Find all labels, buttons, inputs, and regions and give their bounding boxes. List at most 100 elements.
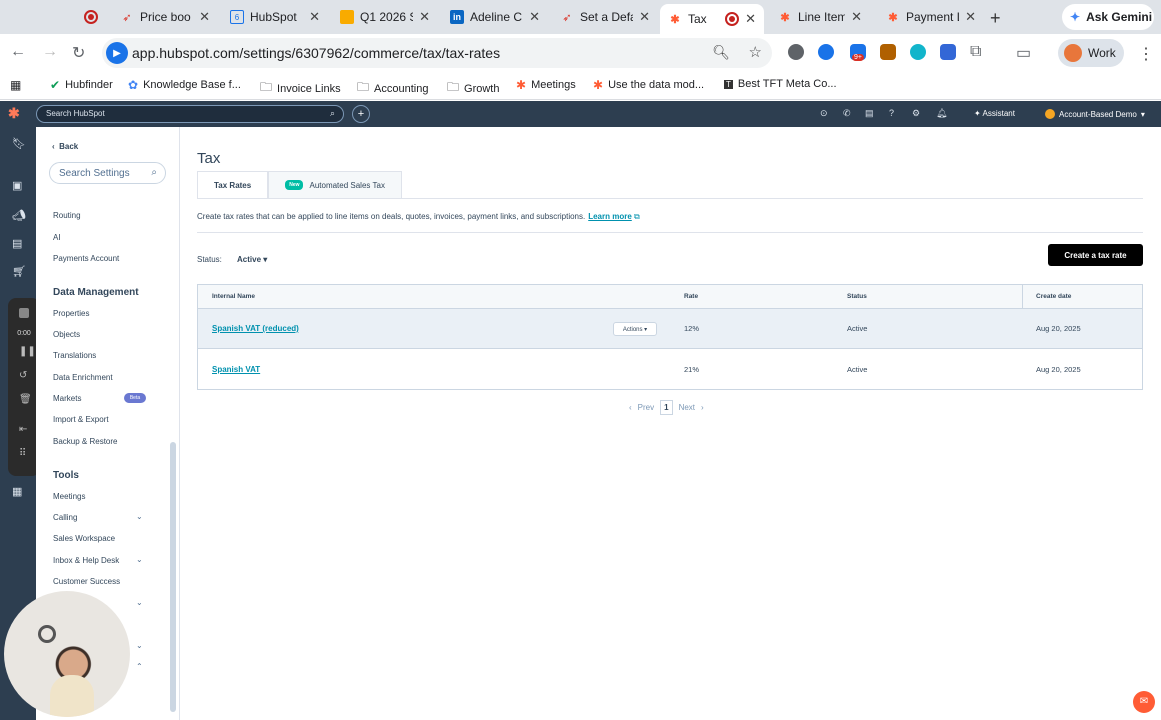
browser-tab-payment-links[interactable]: ✱ Payment L ✕ <box>878 4 984 30</box>
reload-icon[interactable]: ↻ <box>72 43 85 63</box>
close-icon[interactable]: ✕ <box>639 9 650 25</box>
browser-tab-q1-2026[interactable]: Q1 2026 S ✕ <box>332 4 438 30</box>
help-widget-button[interactable]: ✉ <box>1133 691 1155 713</box>
calendar-icon[interactable]: ▤ <box>865 108 874 119</box>
column-header-rate[interactable]: Rate <box>684 285 698 308</box>
profile-button[interactable]: Work <box>1058 39 1124 67</box>
bookmark-star-icon[interactable]: ☆ <box>749 43 762 61</box>
sidebar-item-backup-restore[interactable]: Backup & Restore <box>53 437 117 446</box>
marketing-icon[interactable]: 📣︎ <box>12 209 26 222</box>
row-actions-button[interactable]: Actions ▾ <box>613 322 657 336</box>
apps-grid-icon[interactable]: ▦ <box>10 78 21 92</box>
column-header-internal-name[interactable]: Internal Name <box>212 285 255 308</box>
close-icon[interactable]: ✕ <box>851 9 862 25</box>
contacts-icon[interactable]: ▣ <box>12 179 22 192</box>
sidebar-item-data-enrichment[interactable]: Data Enrichment <box>53 373 113 382</box>
bookmark-icon[interactable]: 🔖︎ <box>12 137 26 150</box>
draw-icon[interactable]: ⇤ <box>19 424 27 435</box>
phone-icon[interactable]: ✆ <box>843 108 851 119</box>
marketplace-icon[interactable]: ⊙ <box>820 108 828 119</box>
current-page[interactable]: 1 <box>660 400 673 415</box>
browser-tab-hubspot[interactable]: 6 HubSpot ✕ <box>222 4 328 30</box>
sidebar-item-routing[interactable]: Routing <box>53 211 81 220</box>
assistant-button[interactable]: ✦ Assistant <box>974 109 1015 118</box>
sidebar-item-objects[interactable]: Objects <box>53 330 80 339</box>
pause-icon[interactable]: ❚❚ <box>19 346 36 357</box>
prev-page-button[interactable]: Prev <box>638 403 654 412</box>
settings-search-input[interactable]: Search Settings ⌕ <box>49 162 166 184</box>
close-icon[interactable]: ✕ <box>419 9 430 25</box>
site-info-icon[interactable]: ▶ <box>106 42 128 64</box>
chevron-down-icon[interactable]: ⌄ <box>136 641 143 650</box>
browser-tab-price-book[interactable]: ➶ Price boo ✕ <box>112 4 218 30</box>
webcam-bubble[interactable] <box>4 591 130 717</box>
status-filter-dropdown[interactable]: Active ▾ <box>237 255 267 264</box>
delete-icon[interactable]: 🗑︎ <box>19 394 32 405</box>
sidebar-scrollbar[interactable] <box>170 442 176 712</box>
browser-tab-adeline[interactable]: in Adeline C ✕ <box>442 4 548 30</box>
tax-rate-name-link[interactable]: Spanish VAT <box>212 365 260 374</box>
sidebar-item-meetings[interactable]: Meetings <box>53 492 85 501</box>
sidebar-item-ai[interactable]: AI <box>53 233 61 242</box>
chevron-down-icon[interactable]: ⌄ <box>136 555 143 564</box>
notifications-bell-icon[interactable]: 🔔︎ <box>936 108 947 119</box>
side-panel-icon[interactable]: ▭ <box>1016 43 1031 63</box>
back-arrow-icon[interactable]: ← <box>10 43 26 61</box>
close-icon[interactable]: ✕ <box>965 9 976 25</box>
bookmark-tft-meta[interactable]: T Best TFT Meta Co... <box>724 78 837 90</box>
address-bar[interactable]: ▶ app.hubspot.com/settings/6307962/comme… <box>102 38 772 68</box>
create-plus-icon[interactable]: + <box>352 105 370 123</box>
settings-gear-icon[interactable]: ⚙ <box>912 108 920 119</box>
bookmark-growth[interactable]: 🗀 Growth <box>447 78 499 99</box>
browser-tab-set-default[interactable]: ➶ Set a Defa ✕ <box>552 4 658 30</box>
drag-handle-icon[interactable]: ⠿ <box>19 448 26 459</box>
browser-tab-recording[interactable] <box>76 4 106 30</box>
sidebar-item-translations[interactable]: Translations <box>53 351 96 360</box>
extension-icon[interactable] <box>940 44 956 60</box>
new-tab-plus-icon[interactable]: + <box>990 8 1001 29</box>
url-text[interactable]: app.hubspot.com/settings/6307962/commerc… <box>132 45 500 61</box>
zoom-extension-icon[interactable] <box>818 44 834 60</box>
commerce-icon[interactable]: 🛒︎ <box>12 265 26 278</box>
tab-automated-sales-tax[interactable]: New Automated Sales Tax <box>268 171 402 199</box>
browser-menu-icon[interactable]: ⋮ <box>1138 44 1154 64</box>
tax-rate-name-link[interactable]: Spanish VAT (reduced) <box>212 324 299 333</box>
close-icon[interactable]: ✕ <box>745 11 756 27</box>
close-icon[interactable]: ✕ <box>529 9 540 25</box>
bookmark-meetings[interactable]: ✱ Meetings <box>516 78 576 92</box>
tab-tax-rates[interactable]: Tax Rates <box>197 171 269 199</box>
bookmark-accounting[interactable]: 🗀 Accounting <box>357 78 428 99</box>
sidebar-item-customer-success[interactable]: Customer Success <box>53 577 120 586</box>
chevron-down-icon[interactable]: ⌄ <box>136 512 143 521</box>
extension-icon[interactable] <box>880 44 896 60</box>
create-tax-rate-button[interactable]: Create a tax rate <box>1048 244 1143 266</box>
restart-icon[interactable]: ↺ <box>19 370 27 381</box>
chevron-down-icon[interactable]: ⌄ <box>136 598 143 607</box>
forward-arrow-icon[interactable]: → <box>42 43 58 61</box>
account-menu[interactable]: Account-Based Demo ▾ <box>1045 109 1145 119</box>
extension-icon[interactable] <box>788 44 804 60</box>
close-icon[interactable]: ✕ <box>199 9 210 25</box>
sidebar-item-payments-account[interactable]: Payments Account <box>53 254 119 263</box>
stop-recording-icon[interactable] <box>19 308 29 318</box>
bookmark-hubfinder[interactable]: ✔ Hubfinder <box>50 78 113 92</box>
close-icon[interactable]: ✕ <box>309 9 320 25</box>
sidebar-item-import-export[interactable]: Import & Export <box>53 415 109 424</box>
reporting-icon[interactable]: ▦ <box>12 485 22 498</box>
chevron-up-icon[interactable]: ⌃ <box>136 662 143 671</box>
learn-more-link[interactable]: Learn more <box>588 212 632 221</box>
column-header-create-date[interactable]: Create date <box>1036 285 1071 308</box>
column-header-status[interactable]: Status <box>847 285 867 308</box>
hubspot-logo-icon[interactable]: ✱ <box>8 105 20 122</box>
sidebar-item-properties[interactable]: Properties <box>53 309 89 318</box>
browser-tab-line-items[interactable]: ✱ Line Items ✕ <box>770 4 870 30</box>
ask-gemini-button[interactable]: ✦ Ask Gemini <box>1062 4 1154 30</box>
sidebar-item-sales-workspace[interactable]: Sales Workspace <box>53 534 115 543</box>
sidebar-item-calling[interactable]: Calling <box>53 513 77 522</box>
hubspot-search-input[interactable]: Search HubSpot ⌕ <box>36 105 344 123</box>
next-page-button[interactable]: Next <box>679 403 695 412</box>
browser-tab-tax[interactable]: ✱ Tax ✕ <box>660 4 764 34</box>
bookmark-data-model[interactable]: ✱ Use the data mod... <box>593 78 704 92</box>
bookmark-knowledge-base[interactable]: ✿ Knowledge Base f... <box>128 78 241 92</box>
content-icon[interactable]: ▤ <box>12 237 22 250</box>
